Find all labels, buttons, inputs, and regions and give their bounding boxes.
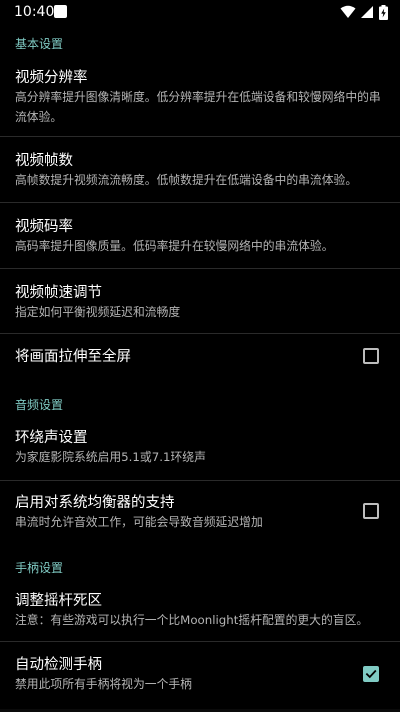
auto-detect-gamepad-checkbox[interactable] <box>363 666 379 682</box>
section-header-gamepad: 手柄设置 <box>15 561 64 575</box>
battery-charging-icon <box>379 4 388 20</box>
pref-title: 自动检测手柄 <box>15 657 102 673</box>
pref-auto-detect-gamepad[interactable]: 自动检测手柄 禁用此项所有手柄将视为一个手柄 <box>0 642 400 708</box>
cellular-signal-icon <box>361 6 373 18</box>
pref-summary: 指定如何平衡视频延迟和流畅度 <box>15 305 181 319</box>
wifi-icon <box>340 5 356 18</box>
pref-title: 视频码率 <box>15 219 73 235</box>
stretch-fullscreen-checkbox[interactable] <box>363 348 379 364</box>
pref-stretch-fullscreen[interactable]: 将画面拉伸至全屏 <box>0 334 400 386</box>
status-time: 10:40 <box>14 4 55 20</box>
pref-surround-sound[interactable]: 环绕声设置 为家庭影院系统启用5.1或7.1环绕声 <box>0 418 400 480</box>
pref-title: 环绕声设置 <box>15 430 88 446</box>
pref-summary: 串流时允许音效工作，可能会导致音频延迟增加 <box>15 515 263 529</box>
status-bar: 10:40 <box>0 0 400 24</box>
pref-video-fps[interactable]: 视频帧数 高帧数提升视频流流畅度。低帧数提升在低端设备中的串流体验。 <box>0 137 400 202</box>
pref-video-bitrate[interactable]: 视频码率 高码率提升图像质量。低码率提升在较慢网络中的串流体验。 <box>0 203 400 268</box>
pref-title: 视频分辨率 <box>15 70 88 86</box>
pref-summary: 高码率提升图像质量。低码率提升在较慢网络中的串流体验。 <box>15 239 334 253</box>
pref-title: 启用对系统均衡器的支持 <box>15 495 175 511</box>
status-icons <box>340 4 388 20</box>
pref-summary: 高帧数提升视频流流畅度。低帧数提升在低端设备中的串流体验。 <box>15 173 358 187</box>
pref-summary: 高分辨率提升图像清晰度。低分辨率提升在低端设备和较慢网络中的串流体验。 <box>15 90 381 124</box>
section-header-audio: 音频设置 <box>15 398 64 412</box>
pref-summary: 禁用此项所有手柄将视为一个手柄 <box>15 677 192 691</box>
pref-title: 视频帧数 <box>15 153 73 169</box>
pref-title: 视频帧速调节 <box>15 285 102 301</box>
system-equalizer-checkbox[interactable] <box>363 503 379 519</box>
pref-title: 将画面拉伸至全屏 <box>15 349 131 365</box>
check-icon <box>365 669 377 679</box>
pref-frame-pacing[interactable]: 视频帧速调节 指定如何平衡视频延迟和流畅度 <box>0 269 400 333</box>
app-notification-icon <box>54 5 67 18</box>
pref-summary: 注意：有些游戏可以执行一个比Moonlight摇杆配置的更大的盲区。 <box>15 613 369 627</box>
pref-system-equalizer[interactable]: 启用对系统均衡器的支持 串流时允许音效工作，可能会导致音频延迟增加 <box>0 481 400 545</box>
pref-video-resolution[interactable]: 视频分辨率 高分辨率提升图像清晰度。低分辨率提升在低端设备和较慢网络中的串流体验… <box>0 60 400 136</box>
pref-title: 调整摇杆死区 <box>15 593 102 609</box>
section-header-basic: 基本设置 <box>15 37 64 51</box>
pref-stick-deadzone[interactable]: 调整摇杆死区 注意：有些游戏可以执行一个比Moonlight摇杆配置的更大的盲区… <box>0 582 400 641</box>
pref-summary: 为家庭影院系统启用5.1或7.1环绕声 <box>15 450 206 464</box>
